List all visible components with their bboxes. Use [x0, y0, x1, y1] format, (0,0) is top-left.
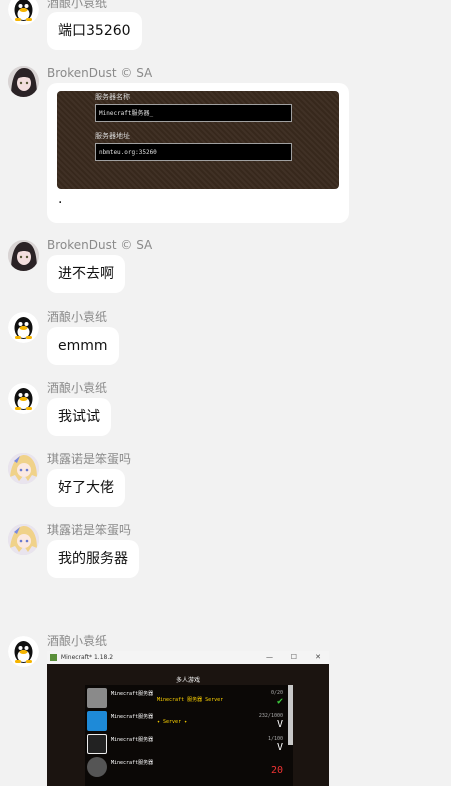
server-name-label: 服务器名称: [95, 93, 130, 101]
sender-name-text: BrokenDust: [47, 238, 117, 252]
message-bubble[interactable]: 端口35260: [47, 12, 142, 50]
server-status-mark: V: [276, 742, 283, 753]
message-bubble[interactable]: 我试试: [47, 398, 111, 436]
server-motd: ✦ Server ✦: [157, 719, 188, 725]
qq-penguin-avatar[interactable]: [8, 312, 39, 343]
minecraft-icon: [50, 654, 57, 661]
server-name: Minecraft服务器: [111, 737, 154, 743]
server-motd: Minecraft 服务器 Server: [157, 697, 224, 703]
server-icon: [87, 734, 107, 754]
message-bubble[interactable]: 好了大佬: [47, 469, 125, 507]
server-entry[interactable]: Minecraft服务器 ✦ Server ✦ 232/1000 V: [87, 711, 287, 731]
message-bubble[interactable]: 我的服务器: [47, 540, 139, 578]
sa-badge: © SA: [120, 66, 153, 80]
server-icon: [87, 757, 107, 777]
server-name-field: Minecraft服务器_: [95, 104, 292, 122]
message-bubble[interactable]: 进不去啊: [47, 255, 125, 293]
image-message-bubble[interactable]: 服务器名称 Minecraft服务器_ 服务器地址 nbmteu.org:352…: [47, 83, 349, 223]
sender-name: BrokenDust © SA: [47, 66, 152, 80]
server-status-mark: V: [276, 719, 283, 730]
server-name: Minecraft服务器: [111, 691, 154, 697]
anime-avatar[interactable]: [8, 66, 39, 97]
scrollbar[interactable]: [288, 685, 293, 745]
server-status-mark: ✔: [276, 696, 283, 707]
server-entry[interactable]: Minecraft服务器 20: [87, 757, 287, 777]
sa-badge: © SA: [120, 238, 153, 252]
server-entry[interactable]: Minecraft服务器 1/100 V: [87, 734, 287, 754]
image-caption: .: [58, 191, 63, 207]
minecraft-multiplayer-screenshot[interactable]: Minecraft* 1.18.2 — ☐ ✕ 多人游戏 Minecraft服务…: [47, 651, 329, 786]
minimize-icon[interactable]: —: [266, 651, 273, 664]
sender-name: 酒酿小袁纸: [47, 310, 108, 324]
screen-heading: 多人游戏: [175, 677, 200, 684]
server-status-mark: 20: [270, 765, 283, 776]
sender-name: 琪露诺是笨蛋吗: [47, 523, 132, 537]
anime-avatar[interactable]: [8, 240, 39, 271]
server-address-field: nbmteu.org:35260: [95, 143, 292, 161]
window-titlebar: Minecraft* 1.18.2 — ☐ ✕: [47, 651, 329, 664]
server-address-label: 服务器地址: [95, 132, 130, 140]
sender-name-text: BrokenDust: [47, 66, 117, 80]
close-icon[interactable]: ✕: [315, 651, 321, 664]
message-bubble[interactable]: emmm: [47, 327, 119, 365]
sender-name: 酒酿小袁纸: [47, 634, 108, 648]
window-title: Minecraft* 1.18.2: [60, 654, 114, 661]
server-entry[interactable]: Minecraft服务器 Minecraft 服务器 Server 0/20 ✔: [87, 688, 287, 708]
server-name: Minecraft服务器: [111, 760, 154, 766]
maximize-icon[interactable]: ☐: [291, 651, 297, 664]
sender-name: 酒酿小袁纸: [47, 381, 108, 395]
server-name: Minecraft服务器: [111, 714, 154, 720]
sender-name: 琪露诺是笨蛋吗: [47, 452, 132, 466]
qq-penguin-avatar[interactable]: [8, 383, 39, 414]
qq-penguin-avatar[interactable]: [8, 0, 39, 25]
sender-name: BrokenDust © SA: [47, 238, 152, 252]
server-icon: [87, 688, 107, 708]
anime-girl-avatar[interactable]: [8, 524, 39, 555]
minecraft-server-info-screenshot[interactable]: 服务器名称 Minecraft服务器_ 服务器地址 nbmteu.org:352…: [57, 91, 339, 189]
anime-girl-avatar[interactable]: [8, 453, 39, 484]
sender-name: 酒酿小袁纸: [47, 0, 108, 10]
server-icon: [87, 711, 107, 731]
qq-penguin-avatar[interactable]: [8, 636, 39, 667]
